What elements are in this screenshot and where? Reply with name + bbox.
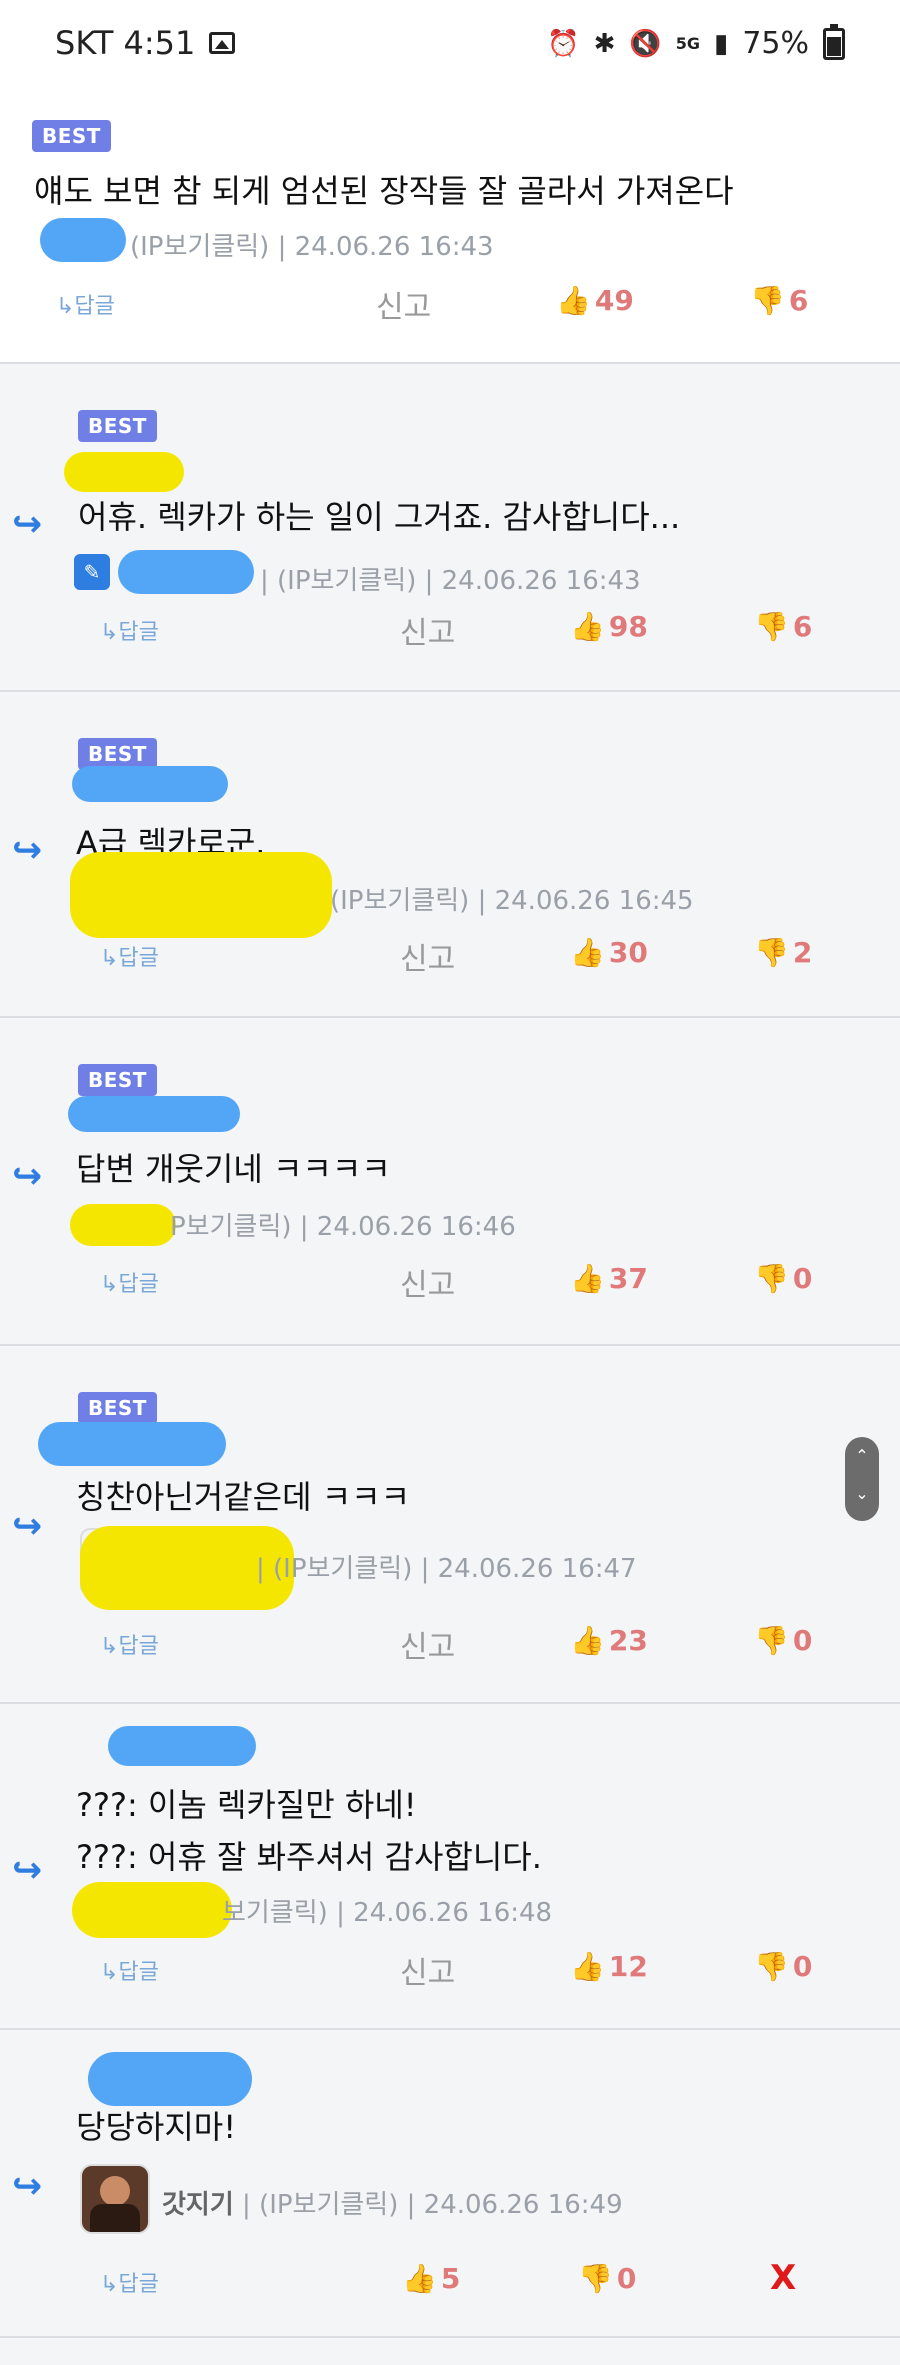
thumbs-down-icon: 👎 [750,284,785,317]
like-button[interactable]: 👍 30 [570,936,648,969]
thumbs-down-icon: 👎 [754,1624,789,1657]
like-button[interactable]: 👍 49 [556,284,634,317]
comment-item: BEST 어휴. 렉카가 하는 일이 그거죠. 감사합니다... ↪ ✎ | (… [0,364,900,692]
reply-arrow-icon: ↪ [12,830,43,871]
thumbs-down-icon: 👎 [578,2262,613,2295]
alarm-icon: ⏰ [547,28,580,59]
thumbs-up-icon: 👍 [570,936,605,969]
dislike-button[interactable]: 👎 0 [578,2262,636,2295]
comment-item: BEST 얘도 보면 참 되게 엄선된 장작들 잘 골라서 가져온다 (IP보기… [0,90,900,364]
thumbs-up-icon: 👍 [570,1262,605,1295]
comment-item: ???: 이놈 렉카질만 하네! ???: 어휴 잘 봐주셔서 감사합니다. ↪… [0,1704,900,2030]
status-bar: SKT 4:51 ⏰ ✱ 🔇 5G ▮ 75% [0,0,900,90]
redacted-author [118,550,254,594]
redacted-author [40,218,126,262]
reply-arrow-icon: ↪ [12,1850,43,1891]
report-button[interactable]: 신고 [400,934,455,978]
best-badge: BEST [78,410,157,442]
comment-text: 어휴. 렉카가 하는 일이 그거죠. 감사합니다... [78,498,681,536]
reply-button[interactable]: ↳답글 [100,1266,159,1298]
dislike-button[interactable]: 👎 0 [754,1950,812,1983]
comment-meta: 보기클릭) | 24.06.26 16:48 [222,1898,553,1928]
reply-arrow-icon: ↪ [12,2166,43,2207]
thumbs-down-icon: 👎 [754,1950,789,1983]
comment-text-line-2: ???: 어휴 잘 봐주셔서 감사합니다. [76,1838,542,1876]
redacted-author [72,1882,232,1938]
like-button[interactable]: 👍 98 [570,610,648,643]
comment-item: BEST 답변 개웃기네 ㅋㅋㅋㅋ ↪ P보기클릭) | 24.06.26 16… [0,1018,900,1346]
comment-item: BEST A급 렉카로군. ↪ (IP보기클릭) | 24.06.26 16:4… [0,692,900,1018]
image-notification-icon [209,32,236,54]
comment-item: 당당하지마! ↪ 갓지기 | (IP보기클릭) | 24.06.26 16:49… [0,2030,900,2338]
thumbs-up-icon: 👍 [570,1950,605,1983]
dislike-button[interactable]: 👎 6 [750,284,808,317]
avatar [80,2164,150,2234]
mute-icon: 🔇 [629,28,662,59]
thumbs-down-icon: 👎 [754,1262,789,1295]
redacted-author [68,1096,240,1132]
dislike-button[interactable]: 👎 2 [754,936,812,969]
like-button[interactable]: 👍 5 [402,2262,460,2295]
edit-icon[interactable]: ✎ [74,554,110,590]
reply-button[interactable]: ↳답글 [100,2266,159,2298]
comment-meta: | (IP보기클릭) | 24.06.26 16:47 [256,1554,637,1584]
report-button[interactable]: 신고 [376,282,431,326]
comment-meta: (IP보기클릭) | 24.06.26 16:45 [330,886,694,916]
redacted-author [72,766,228,802]
like-button[interactable]: 👍 37 [570,1262,648,1295]
redacted-author [70,852,332,938]
dislike-button[interactable]: 👎 0 [754,1624,812,1657]
bluetooth-icon: ✱ [593,28,616,59]
scroll-handle[interactable]: ⌃ ⌄ [845,1437,879,1521]
carrier-time: SKT 4:51 [55,24,196,62]
thumbs-down-icon: 👎 [754,936,789,969]
redacted-author [38,1422,226,1466]
thumbs-up-icon: 👍 [556,284,591,317]
redacted-author [70,1204,176,1246]
report-button[interactable]: 신고 [400,1260,455,1304]
like-button[interactable]: 👍 12 [570,1950,648,1983]
report-button[interactable]: 신고 [400,1948,455,1992]
signal-icon: ▮ [714,28,729,59]
best-badge: BEST [78,1392,157,1424]
author-name: 갓지기 [162,2190,234,2220]
reply-button[interactable]: ↳답글 [100,614,159,646]
reply-button[interactable]: ↳답글 [100,940,159,972]
reply-arrow-icon: ↪ [12,1156,43,1197]
redacted-author [88,2052,252,2106]
best-badge: BEST [78,1064,157,1096]
comment-text: 당당하지마! [76,2108,237,2146]
thumbs-up-icon: 👍 [570,610,605,643]
comment-text-line-1: ???: 이놈 렉카질만 하네! [76,1786,417,1824]
reply-arrow-icon: ↪ [12,1506,43,1547]
report-button[interactable]: 신고 [400,1622,455,1666]
best-badge: BEST [32,120,111,152]
comment-meta: (IP보기클릭) | 24.06.26 16:43 [130,232,494,262]
report-button[interactable]: 신고 [400,608,455,652]
dislike-button[interactable]: 👎 0 [754,1262,812,1295]
comment-text: 답변 개웃기네 ㅋㅋㅋㅋ [76,1150,391,1188]
thumbs-down-icon: 👎 [754,610,789,643]
network-5g-icon: 5G [675,33,700,53]
reply-button[interactable]: ↳답글 [100,1628,159,1660]
comment-item: BEST 칭찬아닌거같은데 ㅋㅋㅋ ↪ | (IP보기클릭) | 24.06.2… [0,1346,900,1704]
comment-text: 얘도 보면 참 되게 엄선된 장작들 잘 골라서 가져온다 [34,172,734,210]
dislike-button[interactable]: 👎 6 [754,610,812,643]
reply-arrow-icon: ↪ [12,504,43,545]
comment-text: 칭찬아닌거같은데 ㅋㅋㅋ [76,1478,411,1516]
thumbs-up-icon: 👍 [570,1624,605,1657]
redacted-author [64,452,184,492]
comment-meta: | (IP보기클릭) | 24.06.26 16:43 [260,566,641,596]
thumbs-up-icon: 👍 [402,2262,437,2295]
reply-button[interactable]: ↳답글 [100,1954,159,1986]
comment-meta: P보기클릭) | 24.06.26 16:46 [170,1212,516,1242]
battery-percent: 75% [742,26,809,61]
reply-button[interactable]: ↳답글 [56,288,115,320]
battery-icon [823,23,845,60]
like-button[interactable]: 👍 23 [570,1624,648,1657]
delete-button[interactable]: X [770,2258,796,2298]
redacted-author [108,1726,256,1766]
comment-meta: 갓지기 | (IP보기클릭) | 24.06.26 16:49 [162,2190,623,2220]
